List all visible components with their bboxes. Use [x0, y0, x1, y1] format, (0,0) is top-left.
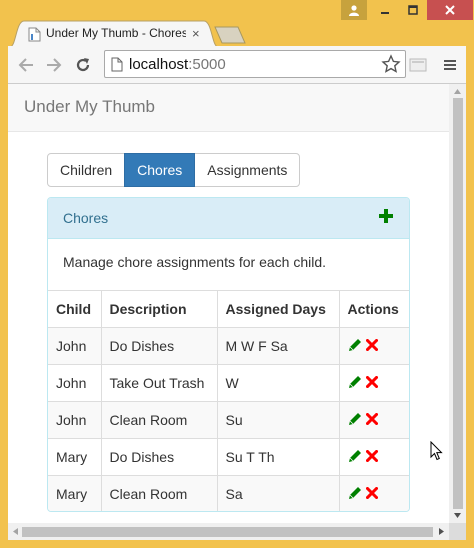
table-row: Mary Do Dishes Su T Th — [48, 438, 409, 476]
cell-child: John — [48, 401, 101, 439]
pencil-icon[interactable] — [348, 338, 362, 355]
panel-heading: Chores — [48, 198, 409, 239]
forward-arrow-icon[interactable] — [44, 55, 64, 75]
back-arrow-icon[interactable] — [16, 55, 36, 75]
pencil-icon[interactable] — [348, 412, 362, 429]
cell-description: Clean Room — [100, 475, 217, 511]
scroll-up-arrow-icon[interactable] — [454, 89, 461, 94]
table-row: John Take Out Trash W — [48, 364, 409, 402]
table-row: Mary Clean Room Sa — [48, 475, 409, 511]
pencil-icon[interactable] — [348, 486, 362, 503]
cell-child: Mary — [48, 438, 101, 476]
panel-description: Manage chore assignments for each child. — [63, 254, 327, 270]
vertical-scroll-thumb[interactable] — [453, 98, 463, 509]
address-bar[interactable]: localhost:5000 — [104, 50, 406, 78]
menu-icon[interactable] — [440, 55, 460, 75]
x-icon[interactable] — [364, 375, 379, 391]
cell-description: Clean Room — [100, 401, 217, 439]
app-navbar: Under My Thumb — [8, 84, 449, 132]
url-host: localhost — [129, 56, 189, 73]
cell-assigned-days: Su T Th — [216, 438, 339, 476]
cell-child: John — [48, 364, 101, 402]
title-bar: Under My Thumb - Chores × — [0, 0, 474, 47]
page-favicon-icon — [28, 27, 41, 47]
cell-actions — [338, 475, 409, 511]
table-row: John Do Dishes M W F Sa — [48, 327, 409, 365]
extension-icon[interactable] — [408, 55, 428, 75]
tab-chores[interactable]: Chores — [124, 153, 196, 187]
table-header-row: Child Description Assigned Days Actions — [48, 290, 409, 328]
tab-assignments[interactable]: Assignments — [194, 153, 301, 187]
user-icon[interactable] — [341, 0, 367, 20]
cell-assigned-days: Sa — [216, 475, 339, 511]
new-tab-button[interactable] — [214, 26, 246, 44]
tab-close-icon[interactable]: × — [192, 27, 200, 40]
tab-title: Under My Thumb - Chores — [46, 26, 186, 40]
window-controls — [341, 0, 473, 20]
bookmark-star-icon[interactable] — [381, 54, 401, 79]
scroll-left-arrow-icon[interactable] — [13, 528, 18, 535]
cell-actions — [338, 327, 409, 365]
column-header-child: Child — [48, 290, 101, 328]
reload-icon[interactable] — [73, 55, 93, 75]
cell-description: Take Out Trash — [100, 364, 217, 402]
maximize-button[interactable] — [399, 0, 427, 20]
cell-child: Mary — [48, 475, 101, 511]
chores-panel: Chores Manage chore assignments for each… — [47, 197, 410, 512]
app-brand[interactable]: Under My Thumb — [24, 97, 155, 117]
browser-window: Under My Thumb - Chores × localhost:5000 — [0, 0, 474, 548]
cell-assigned-days: M W F Sa — [216, 327, 339, 365]
cell-assigned-days: W — [216, 364, 339, 402]
section-tabs: Children Chores Assignments — [47, 153, 301, 187]
column-header-description: Description — [100, 290, 217, 328]
scroll-right-arrow-icon[interactable] — [439, 528, 444, 535]
close-window-button[interactable] — [427, 0, 473, 20]
page-icon — [111, 57, 123, 77]
cell-actions — [338, 364, 409, 402]
mouse-cursor-icon — [430, 441, 443, 461]
cell-actions — [338, 401, 409, 439]
tab-children[interactable]: Children — [47, 153, 126, 187]
x-icon[interactable] — [364, 449, 379, 465]
vertical-scrollbar[interactable] — [449, 84, 466, 523]
panel-title: Chores — [63, 210, 109, 226]
chores-table: Child Description Assigned Days Actions … — [48, 290, 409, 511]
horizontal-scroll-thumb[interactable] — [22, 527, 433, 537]
scroll-down-arrow-icon[interactable] — [454, 513, 461, 518]
browser-toolbar: localhost:5000 — [8, 46, 466, 84]
horizontal-scrollbar[interactable] — [8, 523, 449, 540]
plus-icon[interactable] — [379, 209, 393, 228]
table-row: John Clean Room Su — [48, 401, 409, 439]
x-icon[interactable] — [364, 486, 379, 502]
cell-description: Do Dishes — [100, 438, 217, 476]
cell-child: John — [48, 327, 101, 365]
x-icon[interactable] — [364, 338, 379, 354]
x-icon[interactable] — [364, 412, 379, 428]
scrollbar-corner — [449, 523, 466, 540]
pencil-icon[interactable] — [348, 449, 362, 466]
cell-description: Do Dishes — [100, 327, 217, 365]
page-viewport: Under My Thumb Children Chores Assignmen… — [8, 84, 449, 523]
url-text: localhost:5000 — [129, 56, 226, 73]
cell-assigned-days: Su — [216, 401, 339, 439]
minimize-button[interactable] — [371, 0, 399, 20]
cell-actions — [338, 438, 409, 476]
column-header-assigned-days: Assigned Days — [216, 290, 339, 328]
column-header-actions: Actions — [338, 290, 409, 328]
pencil-icon[interactable] — [348, 375, 362, 392]
url-port: :5000 — [188, 56, 226, 73]
